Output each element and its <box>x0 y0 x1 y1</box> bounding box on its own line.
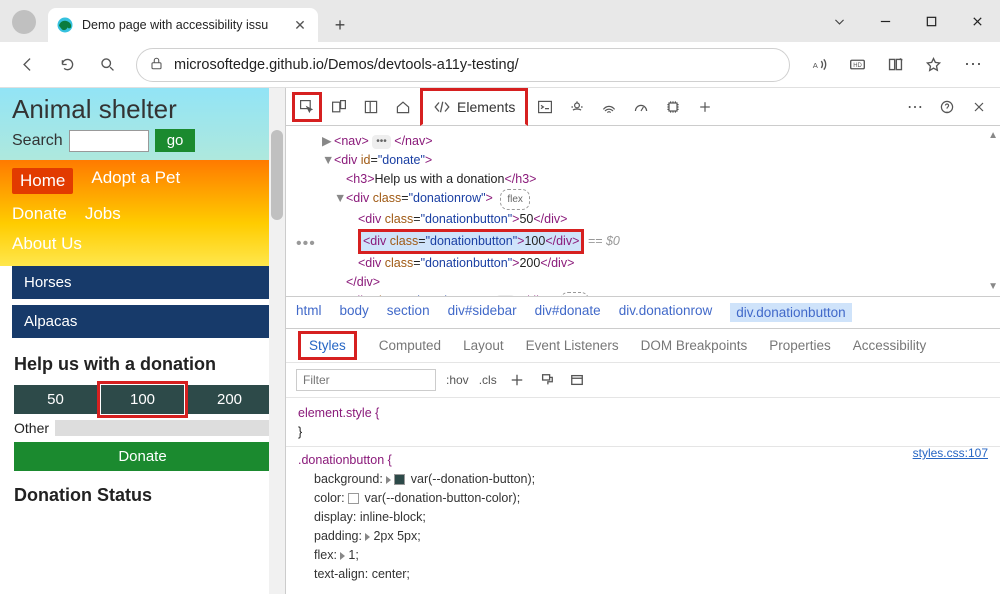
devtools-more-icon[interactable]: ⋯ <box>900 92 930 122</box>
more-icon[interactable]: ⋯ <box>956 48 990 82</box>
console-tab-icon[interactable] <box>530 92 560 122</box>
other-label: Other <box>14 420 49 436</box>
donate-submit-button[interactable]: Donate <box>14 442 271 471</box>
go-button[interactable]: go <box>155 129 196 152</box>
status-heading: Donation Status <box>14 485 271 506</box>
stylesheet-link[interactable]: styles.css:107 <box>913 444 988 463</box>
tab-elements[interactable]: Elements <box>420 88 528 126</box>
help-icon[interactable] <box>932 92 962 122</box>
cls-toggle[interactable]: .cls <box>479 373 497 387</box>
donate-heading: Help us with a donation <box>14 354 271 375</box>
dom-breadcrumb[interactable]: html body section div#sidebar div#donate… <box>286 296 1000 329</box>
performance-tab-icon[interactable] <box>626 92 656 122</box>
nav-home[interactable]: Home <box>12 168 73 194</box>
sidebar-item-alpacas[interactable]: Alpacas <box>12 305 273 338</box>
donation-button-200[interactable]: 200 <box>188 385 271 414</box>
css-rules-pane[interactable]: element.style { } styles.css:107 .donati… <box>286 398 1000 594</box>
donation-button-100[interactable]: 100 <box>101 385 184 414</box>
tab-layout[interactable]: Layout <box>463 338 504 353</box>
tab-accessibility[interactable]: Accessibility <box>853 338 927 353</box>
url-text: microsoftedge.github.io/Demos/devtools-a… <box>174 57 519 73</box>
dom-scrollbar[interactable]: ▲▼ <box>984 126 998 296</box>
gutter-more-icon[interactable]: ••• <box>296 234 316 253</box>
profile-icon[interactable] <box>12 10 36 34</box>
page-title: Animal shelter <box>12 94 273 125</box>
new-tab-button[interactable]: + <box>326 11 354 39</box>
svg-text:A: A <box>812 61 818 70</box>
window-minimize-icon[interactable] <box>862 6 908 36</box>
search-icon[interactable] <box>90 48 124 82</box>
tab-event-listeners[interactable]: Event Listeners <box>526 338 619 353</box>
styles-filter-input[interactable] <box>296 369 436 391</box>
nav-about[interactable]: About Us <box>12 234 82 254</box>
window-maximize-icon[interactable] <box>908 6 954 36</box>
lock-icon <box>149 56 164 74</box>
search-input[interactable] <box>69 130 149 152</box>
tab-computed[interactable]: Computed <box>379 338 441 353</box>
svg-text:HD: HD <box>853 63 862 69</box>
window-close-icon[interactable] <box>954 6 1000 36</box>
tab-title: Demo page with accessibility issu <box>82 18 286 32</box>
network-tab-icon[interactable] <box>594 92 624 122</box>
inspect-element-button[interactable] <box>292 92 322 122</box>
tab-styles[interactable]: Styles <box>298 331 357 360</box>
browser-tab[interactable]: Demo page with accessibility issu ✕ <box>48 8 318 42</box>
selected-dom-node[interactable]: <div class="donationbutton">100</div> <box>358 229 584 254</box>
dom-tree[interactable]: ••• ▶<nav> ••• </nav> ▼<div id="donate">… <box>286 126 1000 296</box>
devtools-panel: Elements ⋯ ••• ▶<nav> ••• </nav> ▼<div i… <box>286 88 1000 594</box>
nav-jobs[interactable]: Jobs <box>85 204 121 224</box>
hd-icon[interactable]: HD <box>840 48 874 82</box>
memory-tab-icon[interactable] <box>658 92 688 122</box>
favorite-icon[interactable] <box>916 48 950 82</box>
panel-layout-icon[interactable] <box>356 92 386 122</box>
back-button[interactable] <box>10 48 44 82</box>
address-bar[interactable]: microsoftedge.github.io/Demos/devtools-a… <box>136 48 790 82</box>
devtools-close-icon[interactable] <box>964 92 994 122</box>
edge-favicon <box>56 16 74 34</box>
reader-icon[interactable] <box>878 48 912 82</box>
chevron-down-icon[interactable] <box>816 6 862 36</box>
tab-close-icon[interactable]: ✕ <box>292 17 308 33</box>
welcome-tab-icon[interactable] <box>388 92 418 122</box>
hov-toggle[interactable]: :hov <box>446 373 469 387</box>
other-input[interactable] <box>55 420 271 436</box>
device-toggle-button[interactable] <box>324 92 354 122</box>
tab-properties[interactable]: Properties <box>769 338 831 353</box>
flex-icon[interactable] <box>567 370 587 390</box>
page-viewport: Animal shelter Search go Home Adopt a Pe… <box>0 88 286 594</box>
refresh-button[interactable] <box>50 48 84 82</box>
search-label: Search <box>12 132 63 150</box>
nav-adopt[interactable]: Adopt a Pet <box>91 168 180 194</box>
sidebar-item-horses[interactable]: Horses <box>12 266 273 299</box>
tab-dom-breakpoints[interactable]: DOM Breakpoints <box>641 338 748 353</box>
read-aloud-icon[interactable]: A <box>802 48 836 82</box>
more-tabs-button[interactable] <box>690 92 720 122</box>
sources-tab-icon[interactable] <box>562 92 592 122</box>
nav-donate[interactable]: Donate <box>12 204 67 224</box>
paint-icon[interactable] <box>537 370 557 390</box>
page-scrollbar[interactable] <box>269 88 285 594</box>
new-rule-icon[interactable] <box>507 370 527 390</box>
donation-button-50[interactable]: 50 <box>14 385 97 414</box>
